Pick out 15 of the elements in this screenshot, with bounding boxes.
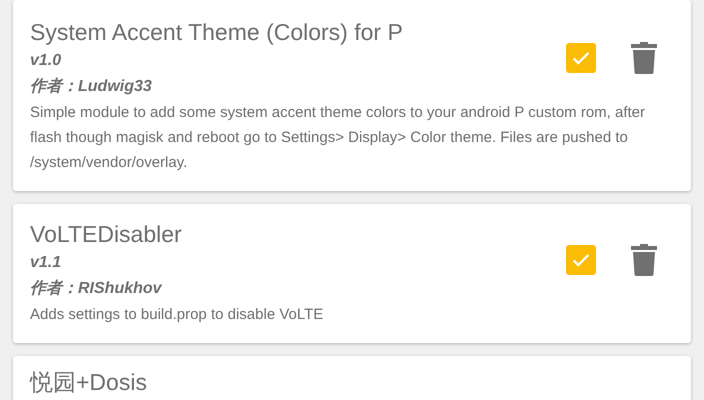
delete-button[interactable] [630,41,658,75]
module-author: 作者：Ludwig33 [30,76,153,97]
module-title: System Accent Theme (Colors) for P [30,18,404,47]
checkbox[interactable] [566,43,596,73]
module-title: 悦园+Dosis [30,368,148,397]
module-description: Adds settings to build.prop to disable VoLTE [30,305,324,325]
module-version: v1.1 [30,253,62,273]
module-author: 作者：RIShukhov [30,278,164,299]
module-version: v1.0 [30,51,62,71]
trash-icon [631,42,657,74]
module-title: VoLTEDisabler [30,220,183,249]
checkbox[interactable] [566,245,596,275]
module-description: Simple module to add some system accent theme colors to your android P custom rom, after flash though magisk and reboot go to Settings> Display> Color theme. Files are pushed to /system/vendor/overlay. [30,103,646,173]
trash-icon [631,244,657,276]
delete-button[interactable] [630,243,658,277]
